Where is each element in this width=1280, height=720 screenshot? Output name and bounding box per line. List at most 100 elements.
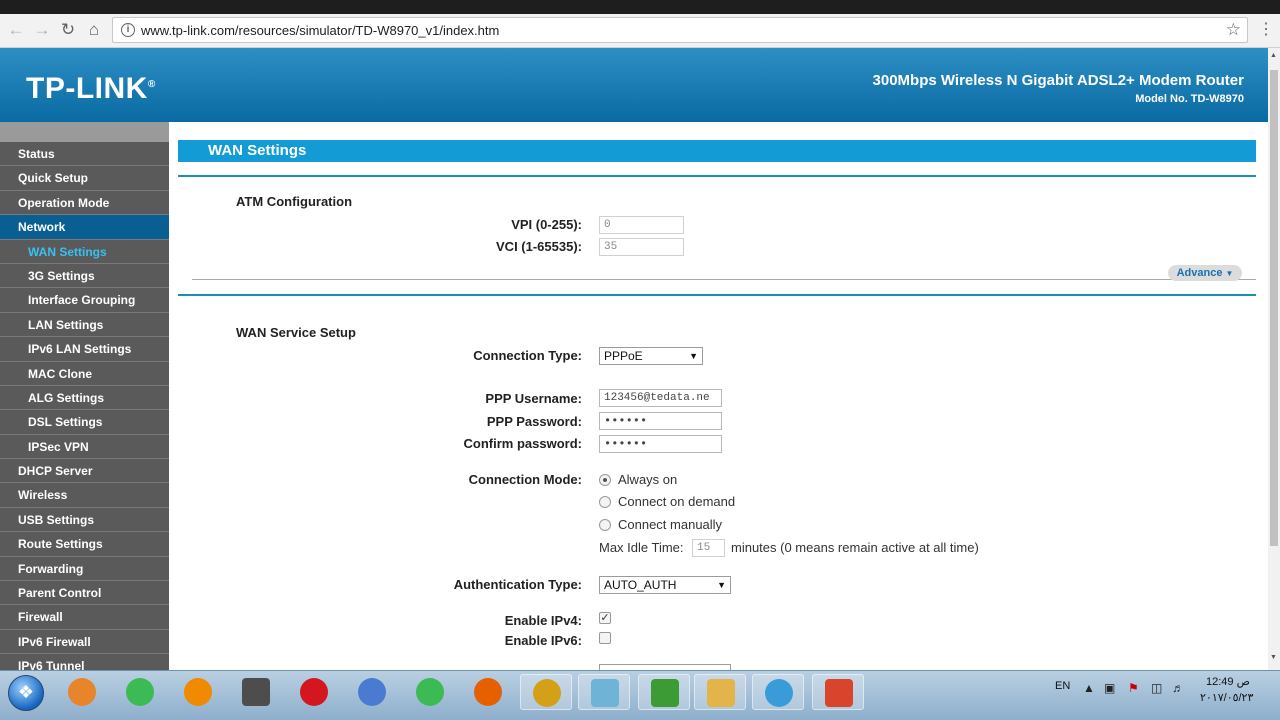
file-explorer-icon[interactable] xyxy=(694,674,746,710)
browser-menu-icon[interactable]: ⋮ xyxy=(1258,19,1274,39)
product-name: 300Mbps Wireless N Gigabit ADSL2+ Modem … xyxy=(872,72,1244,89)
ppp-password-input[interactable]: •••••• xyxy=(599,412,722,430)
confirm-password-input[interactable]: •••••• xyxy=(599,435,722,453)
radio-connect-manually[interactable] xyxy=(599,519,611,531)
home-icon[interactable]: ⌂ xyxy=(84,20,104,40)
sidebar-item-mac-clone[interactable]: MAC Clone xyxy=(0,361,169,386)
sidebar-item-wan-settings[interactable]: WAN Settings xyxy=(0,239,169,264)
vci-input[interactable]: 35 xyxy=(599,238,684,256)
chromium-icon[interactable] xyxy=(346,674,398,710)
max-idle-time-input[interactable]: 15 xyxy=(692,539,725,557)
reload-icon[interactable]: ↻ xyxy=(58,20,78,40)
firefox-icon[interactable] xyxy=(462,674,514,710)
vci-label: VCI (1-65535): xyxy=(496,239,582,254)
info-icon[interactable]: i xyxy=(121,23,135,37)
sidebar-item-ipv6-firewall[interactable]: IPv6 Firewall xyxy=(0,629,169,655)
volume-icon[interactable]: ♬ xyxy=(1172,681,1184,695)
sidebar-item-ipv6-tunnel[interactable]: IPv6 Tunnel xyxy=(0,654,169,670)
notepad-icon[interactable] xyxy=(578,674,630,710)
arrow-right-icon[interactable]: → xyxy=(32,20,52,40)
sidebar-item-status[interactable]: Status xyxy=(0,142,169,167)
radio-connect-on-demand[interactable] xyxy=(599,496,611,508)
chrome-icon-glyph xyxy=(126,678,154,706)
clock-time[interactable]: 12:49 ص xyxy=(1206,675,1250,688)
sidebar-item-alg-settings[interactable]: ALG Settings xyxy=(0,385,169,411)
vlc-icon-glyph xyxy=(184,678,212,706)
enable-ipv6-label: Enable IPv6: xyxy=(504,633,582,648)
url-text[interactable]: www.tp-link.com/resources/simulator/TD-W… xyxy=(141,23,499,38)
chevron-down-icon: ▼ xyxy=(1225,269,1234,278)
chrome-icon[interactable] xyxy=(114,674,166,710)
sublime-icon[interactable] xyxy=(230,674,282,710)
connection-type-select[interactable]: PPPoE ▼ xyxy=(599,347,703,365)
dropdown-arrow-icon: ▼ xyxy=(689,351,698,361)
advance-button[interactable]: Advance ▼ xyxy=(1168,265,1242,281)
authentication-type-value: AUTO_AUTH xyxy=(604,578,677,592)
ppp-username-label: PPP Username: xyxy=(485,391,582,406)
enable-ipv4-label: Enable IPv4: xyxy=(504,613,582,628)
radio-always-on[interactable] xyxy=(599,474,611,486)
action-center-icon[interactable]: ⚑ xyxy=(1128,681,1139,695)
scroll-down-icon[interactable]: ▼ xyxy=(1270,654,1277,661)
sidebar-item-forwarding[interactable]: Forwarding xyxy=(0,556,169,582)
scroll-up-icon[interactable]: ▲ xyxy=(1270,52,1277,59)
start-button[interactable]: ❖ xyxy=(8,675,44,711)
sidebar-item-firewall[interactable]: Firewall xyxy=(0,605,169,630)
page-scrollbar[interactable]: ▲ ▼ xyxy=(1268,48,1280,670)
sidebar-menu: Status Quick Setup Operation Mode Network WA… xyxy=(0,122,169,670)
chrome-canary-icon[interactable] xyxy=(520,674,572,710)
divider xyxy=(192,279,1256,280)
wan-section-title: WAN Service Setup xyxy=(236,325,356,340)
sidebar-item-interface-grouping[interactable]: Interface Grouping xyxy=(0,288,169,313)
camtasia-recorder-icon[interactable] xyxy=(812,674,864,710)
bookmark-star-icon[interactable]: ☆ xyxy=(1226,20,1241,40)
chromium-icon-glyph xyxy=(358,678,386,706)
chrome-icon-glyph xyxy=(416,678,444,706)
ppp-username-input[interactable]: 123456@tedata.ne xyxy=(599,389,722,407)
scroll-thumb[interactable] xyxy=(1270,70,1278,546)
router-header: TP-LINK® 300Mbps Wireless N Gigabit ADSL… xyxy=(0,48,1268,122)
tp-link-logo: TP-LINK® xyxy=(26,72,156,105)
language-indicator[interactable]: EN xyxy=(1055,680,1070,692)
hd-player-icon[interactable] xyxy=(752,674,804,710)
always-on-label: Always on xyxy=(618,472,678,487)
address-bar[interactable]: i www.tp-link.com/resources/simulator/TD… xyxy=(112,17,1248,43)
show-hidden-icons-icon[interactable]: ▲ xyxy=(1083,681,1095,695)
authentication-type-label: Authentication Type: xyxy=(453,577,582,592)
sidebar-item-network[interactable]: Network xyxy=(0,215,169,240)
sidebar-item-3g-settings[interactable]: 3G Settings xyxy=(0,263,169,289)
power-icon[interactable]: ◫ xyxy=(1151,681,1162,695)
media-player-icon[interactable] xyxy=(56,674,108,710)
opera-icon[interactable] xyxy=(288,674,340,710)
connection-type-value: PPPoE xyxy=(604,349,643,363)
network-icon[interactable]: ▣ xyxy=(1104,681,1115,695)
connection-mode-label: Connection Mode: xyxy=(468,472,582,487)
vpi-input[interactable]: 0 xyxy=(599,216,684,234)
atm-section-title: ATM Configuration xyxy=(236,194,353,209)
hd-player-icon-glyph xyxy=(765,679,793,707)
enable-ipv6-checkbox[interactable] xyxy=(599,632,611,644)
sidebar-item-parent-control[interactable]: Parent Control xyxy=(0,581,169,606)
sidebar-item-operation-mode[interactable]: Operation Mode xyxy=(0,190,169,216)
sidebar-item-usb-settings[interactable]: USB Settings xyxy=(0,507,169,533)
sidebar-item-route-settings[interactable]: Route Settings xyxy=(0,532,169,557)
enable-ipv4-checkbox[interactable]: ✓ xyxy=(599,612,611,624)
sidebar-item-wireless[interactable]: Wireless xyxy=(0,483,169,508)
sidebar-item-lan-settings[interactable]: LAN Settings xyxy=(0,312,169,338)
windows-logo-icon: ❖ xyxy=(17,682,35,702)
sidebar-item-dsl-settings[interactable]: DSL Settings xyxy=(0,410,169,435)
vlc-icon[interactable] xyxy=(172,674,224,710)
window-titlebar xyxy=(0,0,1280,14)
camtasia-icon[interactable] xyxy=(638,674,690,710)
page-title-bar: WAN Settings xyxy=(178,140,1256,162)
clock-date[interactable]: ٢٠١٧/٠٥/٢٣ xyxy=(1200,691,1253,704)
sidebar-item-quick-setup[interactable]: Quick Setup xyxy=(0,166,169,191)
sidebar-item-ipsec-vpn[interactable]: IPSec VPN xyxy=(0,434,169,460)
connect-manually-label: Connect manually xyxy=(618,517,723,532)
chrome-icon[interactable] xyxy=(404,674,456,710)
authentication-type-select[interactable]: AUTO_AUTH ▼ xyxy=(599,576,731,594)
sidebar-item-ipv6-lan-settings[interactable]: IPv6 LAN Settings xyxy=(0,337,169,362)
arrow-left-icon[interactable]: ← xyxy=(6,20,26,40)
browser-toolbar: ← → ↻ ⌂ i www.tp-link.com/resources/simu… xyxy=(0,0,1280,48)
sidebar-item-dhcp-server[interactable]: DHCP Server xyxy=(0,459,169,484)
